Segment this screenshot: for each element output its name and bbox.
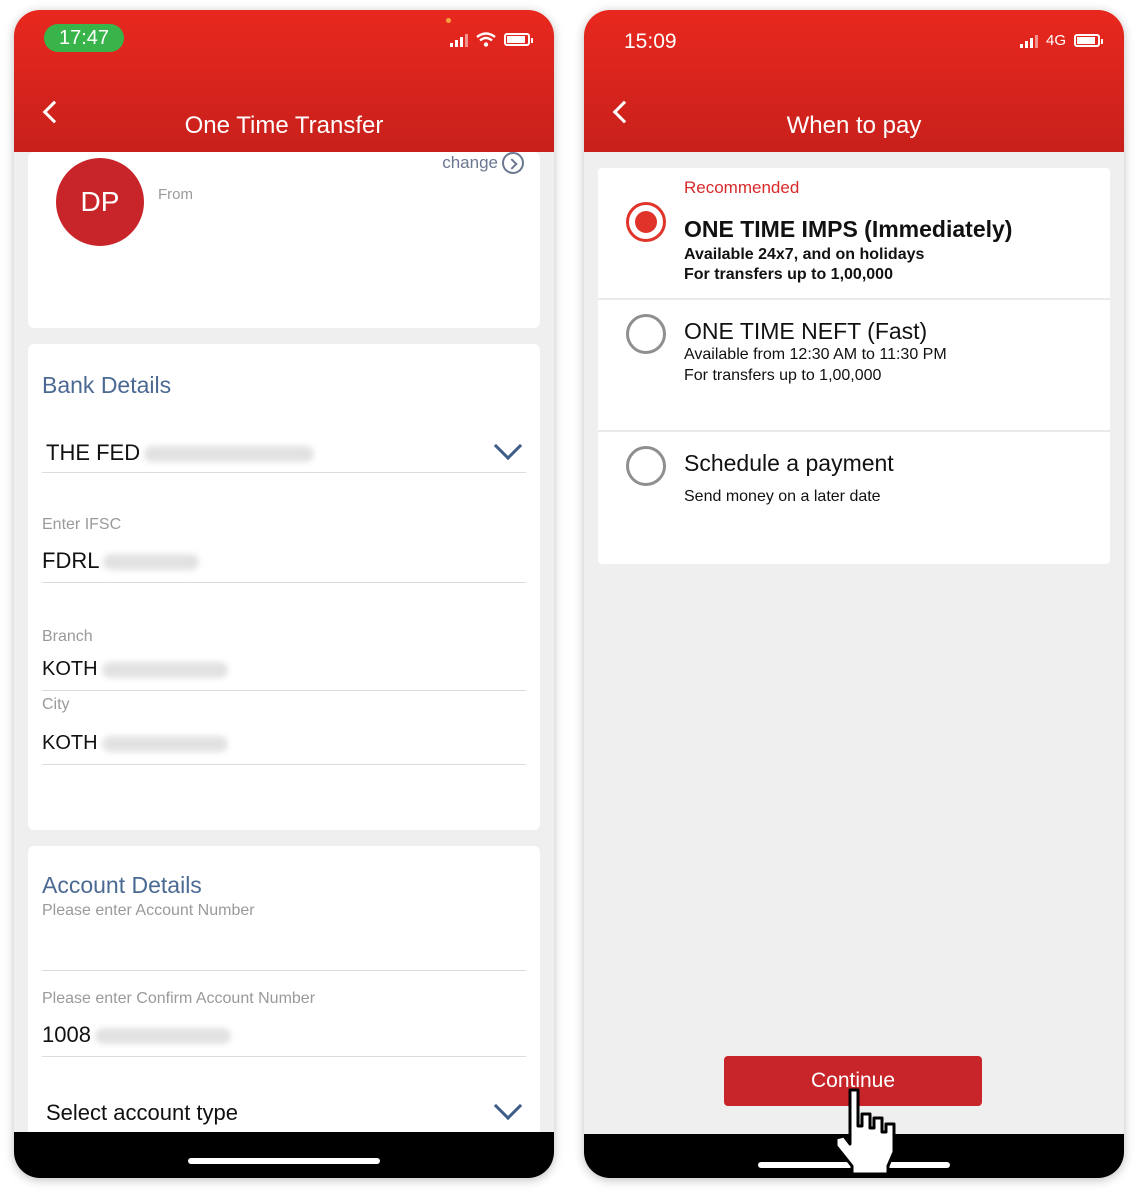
from-label: From [158,186,193,203]
divider [42,690,526,691]
divider [42,472,526,473]
confirm-account-input[interactable]: 1008 [42,1022,231,1048]
branch-input[interactable]: KOTH [42,658,228,681]
account-details-card: Account Details Please enter Account Num… [28,846,540,1146]
avatar: DP [56,158,144,246]
city-label: City [42,696,70,713]
redacted-text [103,554,200,571]
branch-value: KOTH [42,658,98,680]
ifsc-label: Enter IFSC [42,516,122,533]
home-indicator[interactable] [188,1158,380,1164]
redacted-text [144,446,315,463]
recommended-badge: Recommended [684,178,800,197]
wifi-icon [476,32,496,47]
divider [42,970,526,971]
account-number-input[interactable]: Please enter Account Number [42,902,255,920]
chevron-right-circle-icon [502,152,524,174]
redacted-text [101,661,228,678]
option-subtitle: For transfers up to 1,00,000 [684,266,893,283]
option-title: Schedule a payment [684,450,894,476]
radio-selected[interactable] [626,202,666,242]
city-value: KOTH [42,732,98,754]
option-schedule[interactable]: Schedule a payment Send money on a later… [598,432,1110,562]
branch-label: Branch [42,628,93,645]
option-subtitle: Available 24x7, and on holidays [684,246,925,263]
status-time: 17:47 [44,24,124,52]
status-icons [450,32,533,47]
confirm-account-label: Please enter Confirm Account Number [42,990,316,1007]
battery-icon [504,33,533,46]
option-subtitle: Send money on a later date [684,488,881,505]
ifsc-input[interactable]: FDRL [42,548,200,574]
bank-name-value: THE FED [46,440,141,465]
chevron-down-icon [493,431,523,461]
divider [42,1056,526,1057]
redacted-text [101,735,228,752]
battery-icon [1074,34,1103,47]
section-title-bank: Bank Details [42,372,172,398]
option-subtitle: Available from 12:30 AM to 11:30 PM [684,346,947,363]
status-time: 15:09 [624,30,677,53]
option-imps[interactable]: Recommended ONE TIME IMPS (Immediately) … [598,168,1110,298]
privacy-indicator-icon [446,18,451,23]
option-title: ONE TIME NEFT (Fast) [684,318,928,344]
header-bar: 15:09 4G When to pay [584,10,1124,152]
page-title: One Time Transfer [184,112,384,139]
option-title: ONE TIME IMPS (Immediately) [684,216,1013,242]
account-type-label: Select account type [46,1100,239,1125]
change-link[interactable]: change [442,152,524,174]
signal-icon [1019,34,1038,48]
home-bar [14,1132,554,1178]
radio-unselected[interactable] [626,314,666,354]
confirm-account-value: 1008 [42,1022,91,1047]
when-to-pay-screen: 15:09 4G When to pay Recommended ONE TIM… [584,10,1124,1178]
divider [42,582,526,583]
chevron-down-icon [493,1091,523,1121]
radio-unselected[interactable] [626,446,666,486]
network-type: 4G [1045,32,1066,49]
one-time-transfer-screen: 17:47 One Time Transfer DP From change B… [14,10,554,1178]
bank-details-card: Bank Details THE FED Enter IFSC FDRL Bra… [28,344,540,830]
signal-icon [450,33,468,47]
change-label: change [442,153,498,172]
page-title: When to pay [786,112,922,139]
redacted-text [94,1028,231,1045]
header-bar: 17:47 One Time Transfer [14,10,554,152]
option-neft[interactable]: ONE TIME NEFT (Fast) Available from 12:3… [598,300,1110,430]
section-title-account: Account Details [42,872,202,898]
divider [42,764,526,765]
city-input[interactable]: KOTH [42,732,228,755]
from-card: DP From change [28,152,540,328]
payment-options-card: Recommended ONE TIME IMPS (Immediately) … [598,168,1110,564]
pointer-hand-icon [834,1088,896,1176]
ifsc-value: FDRL [42,548,100,573]
option-subtitle: For transfers up to 1,00,000 [684,367,882,384]
status-icons: 4G [1019,32,1103,49]
